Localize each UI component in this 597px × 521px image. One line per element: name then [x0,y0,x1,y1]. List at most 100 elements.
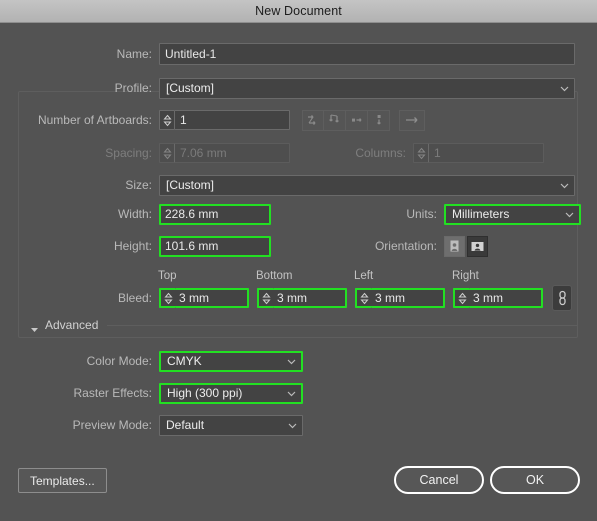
dialog-titlebar: New Document [0,0,597,23]
landscape-orientation-icon[interactable] [467,235,488,257]
columns-stepper-arrows [413,143,428,163]
size-value: [Custom] [166,178,215,192]
units-label: Units: [406,207,437,221]
templates-button[interactable]: Templates... [18,468,107,493]
width-label: Width: [117,207,152,221]
bleed-right-input[interactable]: 3 mm [469,288,543,308]
bleed-label: Bleed: [117,291,152,305]
profile-label: Profile: [114,81,152,95]
columns-value: 1 [434,146,441,160]
bleed-top-value: 3 mm [179,291,209,305]
bleed-left-value: 3 mm [375,291,405,305]
bleed-right-header: Right [452,270,479,282]
artboards-input[interactable]: 1 [174,110,290,130]
advanced-section-header[interactable]: Advanced [30,318,578,332]
ok-button-label: OK [490,466,580,494]
chain-link-icon[interactable] [552,285,572,311]
bleed-bottom-input[interactable]: 3 mm [273,288,347,308]
orientation-group [444,235,488,257]
ok-button[interactable]: OK [490,466,580,494]
width-units-row: Width: 228.6 mm Units: Millimeters [0,200,597,228]
triangle-down-icon[interactable] [30,321,39,332]
bleed-right-value: 3 mm [473,291,503,305]
spacing-input: 7.06 mm [174,143,290,163]
spacing-label: Spacing: [105,146,152,160]
bleed-bottom-stepper-arrows[interactable] [257,288,273,308]
artboards-stepper-arrows[interactable] [159,110,174,130]
units-select[interactable]: Millimeters [444,203,581,225]
artboards-stepper[interactable]: 1 [159,110,290,130]
bleed-top-input[interactable]: 3 mm [175,288,249,308]
profile-select[interactable]: [Custom] [159,77,575,99]
spacing-columns-row: Spacing: 7.06 mm Columns: 1 [0,139,597,167]
dialog-title: New Document [255,4,342,18]
width-value: 228.6 mm [165,207,219,221]
color-mode-select[interactable]: CMYK [159,350,303,372]
bleed-left-input[interactable]: 3 mm [371,288,445,308]
bleed-bottom-stepper[interactable]: 3 mm [257,288,347,308]
artboards-value: 1 [180,113,187,127]
units-value: Millimeters [452,207,510,221]
spacing-value: 7.06 mm [180,146,227,160]
preview-mode-value: Default [166,418,205,432]
raster-effects-select[interactable]: High (300 ppi) [159,382,303,404]
preview-mode-row: Preview Mode: Default [0,411,597,439]
size-row: Size: [Custom] [0,171,597,199]
name-input-value: Untitled-1 [165,47,217,61]
preview-mode-select[interactable]: Default [159,414,303,436]
portrait-orientation-icon[interactable] [444,235,465,257]
bleed-bottom-value: 3 mm [277,291,307,305]
bleed-top-stepper-arrows[interactable] [159,288,175,308]
cancel-button[interactable]: Cancel [394,466,484,494]
chevron-down-icon [287,389,296,398]
arrange-by-row-icon[interactable] [346,109,368,131]
advanced-label: Advanced [45,318,99,332]
bleed-row: Bleed: 3 mm 3 mm 3 mm 3 mm [0,284,597,312]
artboard-arrangement-group [302,109,425,131]
height-input[interactable]: 101.6 mm [159,235,271,257]
cancel-button-label: Cancel [394,466,484,494]
bleed-headers-row: Top Bottom Left Right [0,268,597,284]
arrange-by-column-icon[interactable] [368,109,390,131]
raster-effects-row: Raster Effects: High (300 ppi) [0,379,597,407]
size-select[interactable]: [Custom] [159,174,575,196]
bleed-left-stepper[interactable]: 3 mm [355,288,445,308]
profile-value: [Custom] [166,81,215,95]
color-mode-label: Color Mode: [86,354,152,368]
bleed-right-stepper[interactable]: 3 mm [453,288,543,308]
templates-button-label: Templates... [18,468,107,493]
new-document-dialog: New Document Name: Untitled-1 Profile: [… [0,0,597,521]
grid-by-column-icon[interactable] [324,109,346,131]
height-label: Height: [113,239,152,253]
spacing-stepper-arrows [159,143,174,163]
artboards-row: Number of Artboards: 1 [0,106,597,134]
bleed-top-stepper[interactable]: 3 mm [159,288,249,308]
height-orientation-row: Height: 101.6 mm Orientation: [0,232,597,260]
bleed-left-stepper-arrows[interactable] [355,288,371,308]
name-label: Name: [116,47,152,61]
height-value: 101.6 mm [165,239,219,253]
bleed-top-header: Top [158,270,177,282]
chevron-down-icon [565,210,574,219]
bleed-left-header: Left [354,270,374,282]
name-row: Name: Untitled-1 [0,40,597,68]
chevron-down-icon [560,84,569,93]
raster-effects-value: High (300 ppi) [167,386,243,400]
bleed-bottom-header: Bottom [256,270,293,282]
left-to-right-icon[interactable] [399,109,425,131]
spacing-stepper: 7.06 mm [159,143,290,163]
advanced-divider [107,324,578,326]
orientation-label: Orientation: [374,239,437,253]
width-input[interactable]: 228.6 mm [159,203,271,225]
grid-by-row-icon[interactable] [302,109,324,131]
bleed-right-stepper-arrows[interactable] [453,288,469,308]
artboards-label: Number of Artboards: [37,113,152,127]
columns-input: 1 [428,143,544,163]
chevron-down-icon [560,181,569,190]
columns-stepper: 1 [413,143,544,163]
chevron-down-icon [287,357,296,366]
size-label: Size: [125,178,152,192]
raster-effects-label: Raster Effects: [73,386,152,400]
name-input[interactable]: Untitled-1 [159,43,575,65]
columns-label: Columns: [355,146,406,160]
